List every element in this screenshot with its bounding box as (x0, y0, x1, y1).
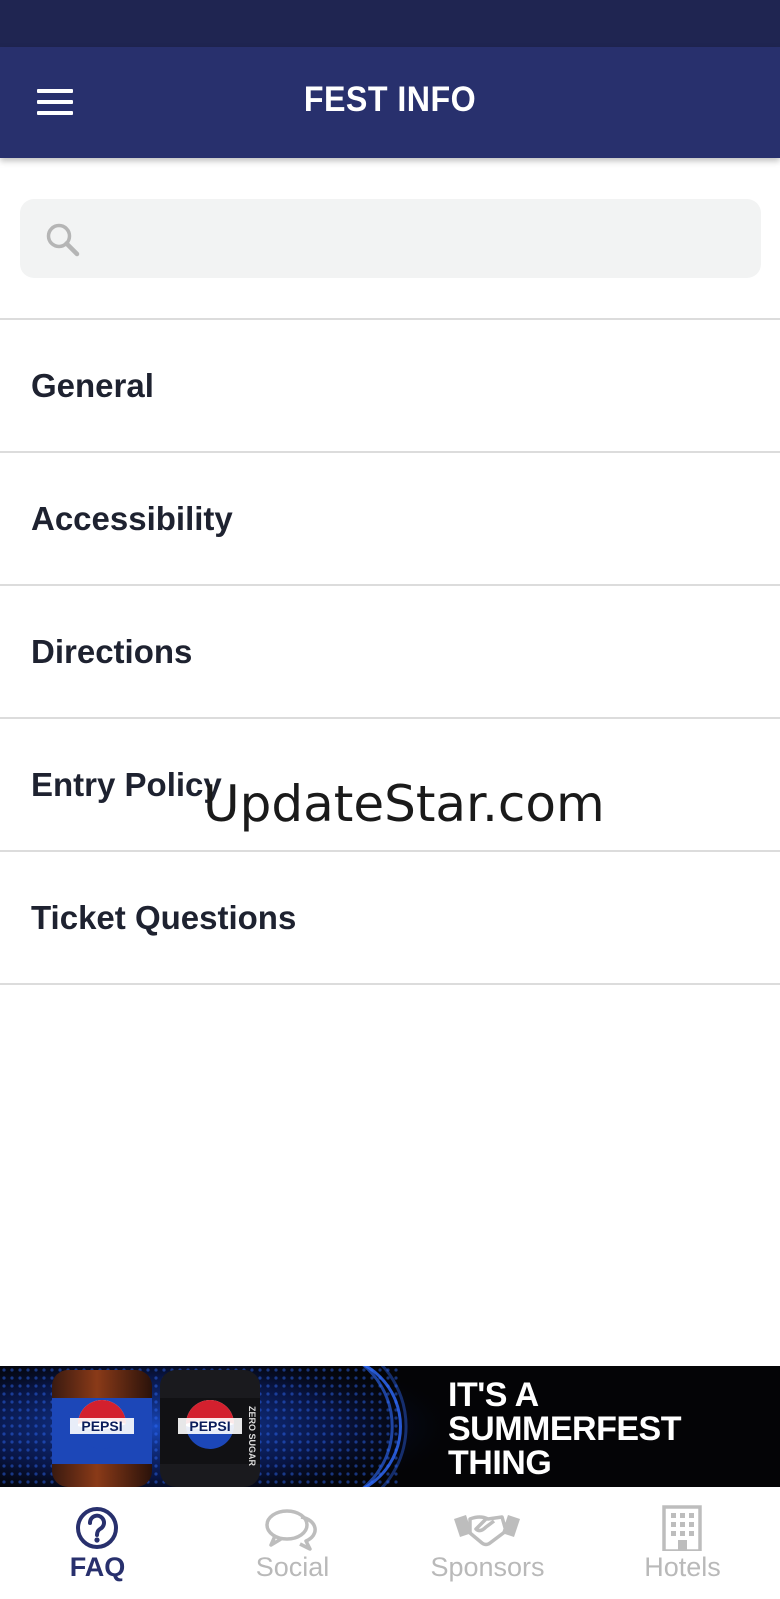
bottom-nav: FAQ Social Sponsors Hotels (0, 1487, 780, 1599)
list-item-label: Accessibility (31, 500, 233, 537)
list-item-accessibility[interactable]: Accessibility (0, 453, 780, 586)
nav-tab-hotels[interactable]: Hotels (585, 1487, 780, 1599)
ad-headline-line: SUMMERFEST (448, 1410, 682, 1448)
nav-label: Sponsors (430, 1552, 545, 1582)
list-item-general[interactable]: General (0, 320, 780, 453)
nav-label: Social (255, 1552, 330, 1582)
sponsor-ad-banner[interactable]: PEPSI PEPSI ZERO SUGAR IT'S A SUMMERFEST… (0, 1366, 780, 1487)
status-bar (0, 0, 780, 47)
nav-label: FAQ (69, 1552, 126, 1582)
nav-tab-social[interactable]: Social (195, 1487, 390, 1599)
zero-sugar-label: ZERO SUGAR (247, 1406, 257, 1467)
page-title: FEST INFO (303, 80, 477, 119)
list-item-label: Entry Policy (31, 766, 222, 803)
watermark: UpdateStar.com (203, 775, 605, 833)
search-bar[interactable] (20, 199, 761, 280)
list-item-directions[interactable]: Directions (0, 586, 780, 719)
ad-headline-line: THING (448, 1444, 552, 1482)
list-item-ticket-questions[interactable]: Ticket Questions (0, 852, 780, 985)
list-item-label: General (31, 367, 154, 404)
search-icon (46, 223, 80, 257)
ad-headline: IT'S A SUMMERFEST THING (448, 1376, 682, 1482)
ad-headline-line: IT'S A (448, 1376, 539, 1414)
chat-bubbles-icon (265, 1509, 317, 1551)
nav-label: Hotels (644, 1552, 721, 1582)
app-header: FEST INFO (0, 47, 780, 158)
building-icon (662, 1505, 702, 1551)
nav-tab-faq[interactable]: FAQ (0, 1487, 195, 1599)
faq-category-list: General Accessibility Directions Entry P… (0, 318, 780, 985)
handshake-icon (454, 1515, 520, 1547)
question-circle-icon (76, 1507, 118, 1549)
list-item-label: Ticket Questions (31, 899, 297, 936)
nav-tab-sponsors[interactable]: Sponsors (390, 1487, 585, 1599)
pepsi-label-2: PEPSI (189, 1418, 230, 1434)
list-item-label: Directions (31, 633, 193, 670)
ad-bottles-graphic: PEPSI PEPSI ZERO SUGAR (0, 1366, 440, 1487)
search-input[interactable] (100, 199, 744, 280)
pepsi-label-1: PEPSI (81, 1418, 122, 1434)
